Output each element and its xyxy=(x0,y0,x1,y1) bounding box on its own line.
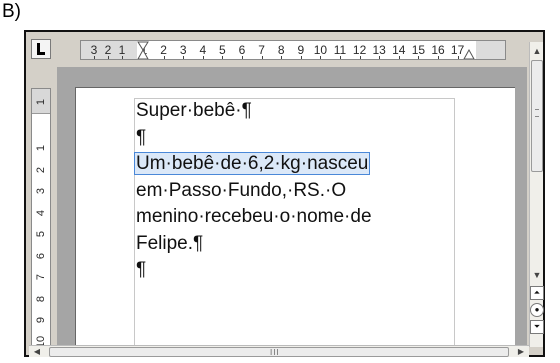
vertical-scrollbar[interactable]: ▲ ▼ ⏶ ● ⏷ xyxy=(529,42,544,347)
ruler-tick: 1 xyxy=(35,98,47,106)
arrow-down-icon[interactable]: ▼ xyxy=(530,268,544,282)
line-text: em·Passo·Fundo,·RS.·O xyxy=(136,179,347,201)
ruler-tick: 3 xyxy=(35,187,47,195)
document-workspace: Super·bebê·¶ ¶ Um·bebê·de·6,2·kg·nasceu em·… xyxy=(57,67,527,345)
ruler-tick: 4 xyxy=(196,41,210,59)
arrow-up-icon[interactable]: ▲ xyxy=(530,44,544,58)
right-indent-marker-icon[interactable] xyxy=(462,41,476,59)
tab-type-selector[interactable] xyxy=(31,39,51,59)
document-page[interactable]: Super·bebê·¶ ¶ Um·bebê·de·6,2·kg·nasceu em·… xyxy=(75,87,515,345)
ruler-tick: 2 xyxy=(157,41,171,59)
ruler-tick: 2 xyxy=(101,41,115,59)
scrollbar-thumb[interactable] xyxy=(531,60,543,172)
figure-caption: B) xyxy=(2,1,21,22)
ruler-tick: 3 xyxy=(176,41,190,59)
line-text: ¶ xyxy=(136,259,147,280)
ruler-tick: 5 xyxy=(215,41,229,59)
horizontal-scrollbar-thumb[interactable]: III xyxy=(49,347,509,357)
ruler-tick: 9 xyxy=(294,41,308,59)
ruler-tick: 12 xyxy=(353,41,367,59)
horizontal-scrollbar[interactable]: ◀ III ▶ xyxy=(29,345,529,357)
ruler-tick: 1 xyxy=(35,144,47,152)
double-down-icon[interactable]: ⏷ xyxy=(530,320,544,334)
line-text: ¶ xyxy=(136,126,147,148)
document-line[interactable]: Um·bebê·de·6,2·kg·nasceu xyxy=(134,152,371,175)
document-line[interactable]: ¶ xyxy=(136,259,146,281)
ruler-tick: 5 xyxy=(35,230,47,238)
ruler-tick: 7 xyxy=(35,273,47,281)
ruler-tick: 10 xyxy=(313,41,327,59)
line-text: Felipe.¶ xyxy=(136,232,204,254)
grip-icon xyxy=(535,109,539,117)
document-line[interactable]: Super·bebê·¶ xyxy=(136,100,252,122)
ruler-margin-right xyxy=(476,41,505,59)
ruler-tick: 4 xyxy=(35,209,47,216)
selected-text: Um·bebê·de·6,2·kg·nasceu xyxy=(134,152,371,175)
ruler-tick: 11 xyxy=(333,41,347,59)
document-line[interactable]: em·Passo·Fundo,·RS.·O xyxy=(136,180,346,202)
circle-icon[interactable]: ● xyxy=(530,303,544,317)
document-line[interactable]: menino·recebeu·o·nome·de xyxy=(136,206,372,228)
arrow-left-icon[interactable]: ◀ xyxy=(31,346,43,358)
double-up-icon[interactable]: ⏶ xyxy=(530,286,544,300)
line-text: Super·bebê·¶ xyxy=(136,100,252,121)
document-window: 3 2 1 1 2 3 4 5 6 7 8 9 10 11 12 13 14 15 16 17 11234567891… xyxy=(24,30,545,357)
ruler-tick: 2 xyxy=(35,166,47,173)
ruler-tick: 9 xyxy=(35,316,47,324)
arrow-right-icon[interactable]: ▶ xyxy=(515,346,527,358)
ruler-tick: 3 xyxy=(87,41,101,59)
line-text: menino·recebeu·o·nome·de xyxy=(136,206,372,227)
ruler-tick: 7 xyxy=(255,41,269,59)
ruler-tick: 8 xyxy=(274,41,288,59)
ruler-tick: 15 xyxy=(411,41,425,59)
indent-marker-icon[interactable] xyxy=(136,41,150,59)
ruler-tick: 13 xyxy=(372,41,386,59)
grip-label: III xyxy=(270,348,280,357)
ruler-tick: 6 xyxy=(235,41,249,59)
document-line[interactable]: Felipe.¶ xyxy=(136,233,203,255)
horizontal-ruler[interactable]: 3 2 1 1 2 3 4 5 6 7 8 9 10 11 12 13 14 15 16 17 xyxy=(80,40,506,60)
tab-stop-left-icon xyxy=(37,43,45,55)
ruler-tick: 14 xyxy=(392,41,406,59)
vertical-ruler[interactable]: 1 1 2 3 4 5 6 7 8 9 10 xyxy=(31,88,51,354)
ruler-tick: 6 xyxy=(35,252,47,259)
ruler-tick: 16 xyxy=(431,41,445,59)
ruler-tick: 8 xyxy=(35,295,47,302)
ruler-tick: 1 xyxy=(115,41,129,59)
document-line[interactable]: ¶ xyxy=(136,127,146,149)
